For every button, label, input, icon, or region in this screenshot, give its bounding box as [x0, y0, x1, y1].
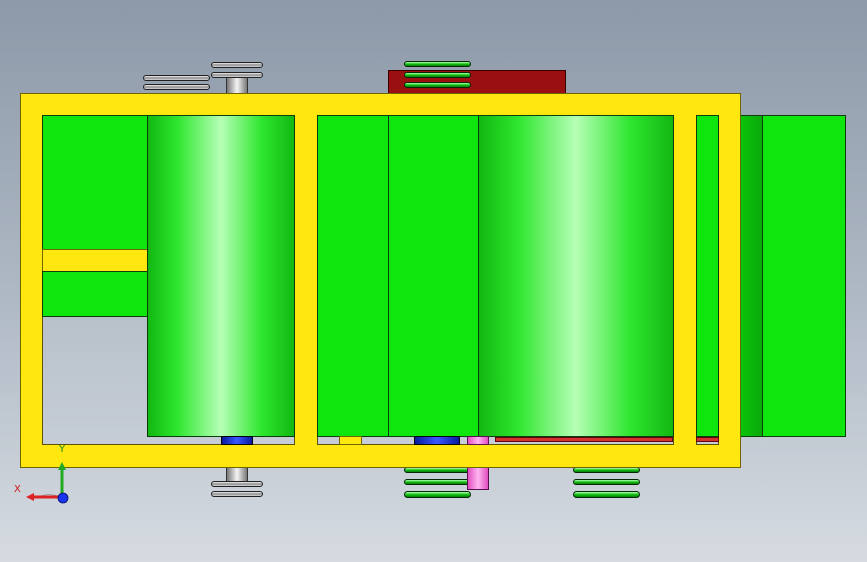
z-axis-dot: [57, 492, 69, 504]
middle-pink-collar[interactable]: [467, 436, 489, 445]
bottom-green-pulley-right-2[interactable]: [573, 479, 640, 485]
left-blue-collar[interactable]: [221, 436, 253, 445]
middle-red-strip[interactable]: [495, 437, 673, 442]
left-yellow-crossbar[interactable]: [42, 249, 149, 272]
x-axis-arrowhead: [26, 493, 34, 501]
top-green-pulley-3[interactable]: [404, 82, 471, 88]
middle-blue-collar[interactable]: [414, 436, 460, 445]
bottom-grey-pulley-1[interactable]: [211, 481, 263, 487]
middle-green-plate-a[interactable]: [317, 115, 389, 437]
middle-yellow-tab[interactable]: [339, 436, 362, 445]
bottom-grey-pulley-2[interactable]: [211, 491, 263, 497]
top-green-pulley-1[interactable]: [404, 61, 471, 67]
top-grey-ring-a[interactable]: [143, 75, 210, 81]
triad-y-label: Y: [58, 444, 66, 455]
right-green-plate[interactable]: [696, 115, 719, 437]
right-green-block-edge[interactable]: [738, 115, 763, 437]
top-grey-ring-b[interactable]: [143, 84, 210, 90]
cad-3d-viewport[interactable]: Y X: [0, 0, 867, 562]
middle-green-cylinder[interactable]: [478, 115, 674, 437]
axis-triad: Y X: [14, 444, 69, 504]
left-green-block-bottom[interactable]: [42, 271, 149, 317]
bottom-green-pulley-3[interactable]: [404, 491, 471, 498]
top-green-pulley-2[interactable]: [404, 72, 471, 78]
middle-green-plate-b[interactable]: [388, 115, 480, 437]
left-green-cylinder[interactable]: [147, 115, 295, 437]
left-green-block-top[interactable]: [42, 115, 149, 250]
bottom-green-pulley-right-3[interactable]: [573, 491, 640, 498]
y-axis-arrowhead: [58, 462, 66, 470]
top-grey-pulley-2[interactable]: [211, 72, 263, 78]
triad-x-label: X: [14, 484, 21, 495]
bottom-green-pulley-2[interactable]: [404, 479, 471, 485]
right-red-strip[interactable]: [696, 437, 719, 442]
top-grey-pulley-1[interactable]: [211, 62, 263, 68]
